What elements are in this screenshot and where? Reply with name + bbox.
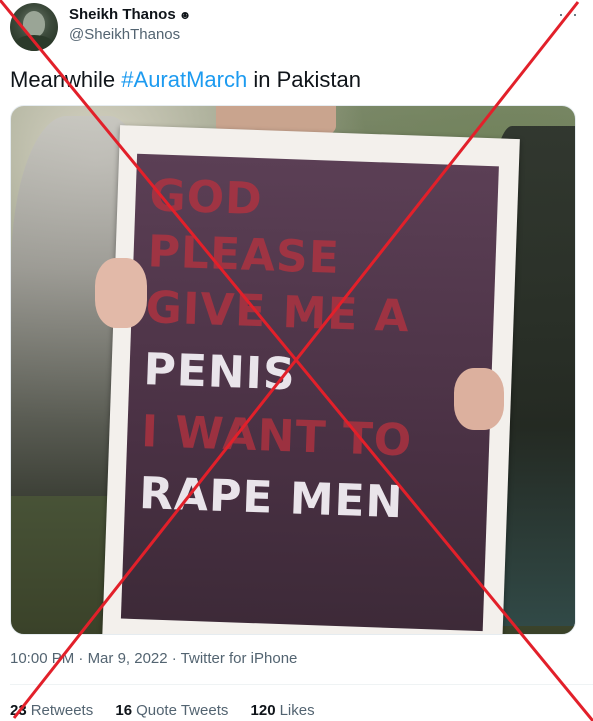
poster-line: I WANT TO [140, 406, 414, 467]
poster-line: RAPE MEN [138, 468, 405, 529]
poster-line: PLEASE [146, 226, 341, 284]
display-name-text[interactable]: Sheikh Thanos [69, 6, 176, 23]
likes-label: Likes [279, 702, 315, 719]
tweet-metadata: 10:00 PM · Mar 9, 2022 · Twitter for iPh… [10, 650, 297, 667]
divider [10, 684, 593, 685]
poster-line: PENIS [142, 344, 297, 401]
right-hand [454, 368, 504, 430]
tweet-text: Meanwhile #AuratMarch in Pakistan [10, 67, 361, 93]
poster-line: GOD [148, 170, 264, 226]
avatar[interactable] [10, 3, 58, 51]
avatar-shoulders [14, 35, 54, 51]
tweet-source: Twitter for iPhone [180, 650, 298, 667]
user-handle[interactable]: @SheikhThanos [69, 26, 180, 43]
retweets-stat[interactable]: 23 Retweets [10, 702, 93, 719]
likes-stat[interactable]: 120 Likes [251, 702, 315, 719]
tweet-photo[interactable]: GOD PLEASE GIVE ME A PENIS I WANT TO RAP… [10, 105, 576, 635]
meta-separator: · [167, 650, 181, 667]
hashtag-link[interactable]: #AuratMarch [121, 67, 247, 92]
quote-tweets-stat[interactable]: 16 Quote Tweets [115, 702, 228, 719]
quote-tweets-count: 16 [115, 702, 133, 719]
retweets-count: 23 [10, 702, 27, 719]
display-name[interactable]: Sheikh Thanos ☻ [69, 6, 191, 23]
tweet-text-suffix: in Pakistan [247, 67, 361, 92]
tweet-stats: 23 Retweets 16 Quote Tweets 120 Likes [10, 702, 333, 719]
poster-inner: GOD PLEASE GIVE ME A PENIS I WANT TO RAP… [120, 153, 499, 632]
poster-line: GIVE ME A [144, 282, 411, 343]
left-hand [95, 258, 147, 328]
tweet-date[interactable]: Mar 9, 2022 [88, 650, 168, 667]
tweet-text-prefix: Meanwhile [10, 67, 122, 92]
avatar-head [23, 11, 45, 37]
quote-tweets-label: Quote Tweets [136, 702, 229, 719]
smiley-icon: ☻ [178, 8, 192, 22]
likes-count: 120 [250, 702, 276, 719]
more-horizontal-icon[interactable]: ··· [558, 4, 579, 25]
meta-separator: · [74, 650, 88, 667]
tweet-time[interactable]: 10:00 PM [10, 650, 74, 667]
retweets-label: Retweets [30, 702, 94, 719]
